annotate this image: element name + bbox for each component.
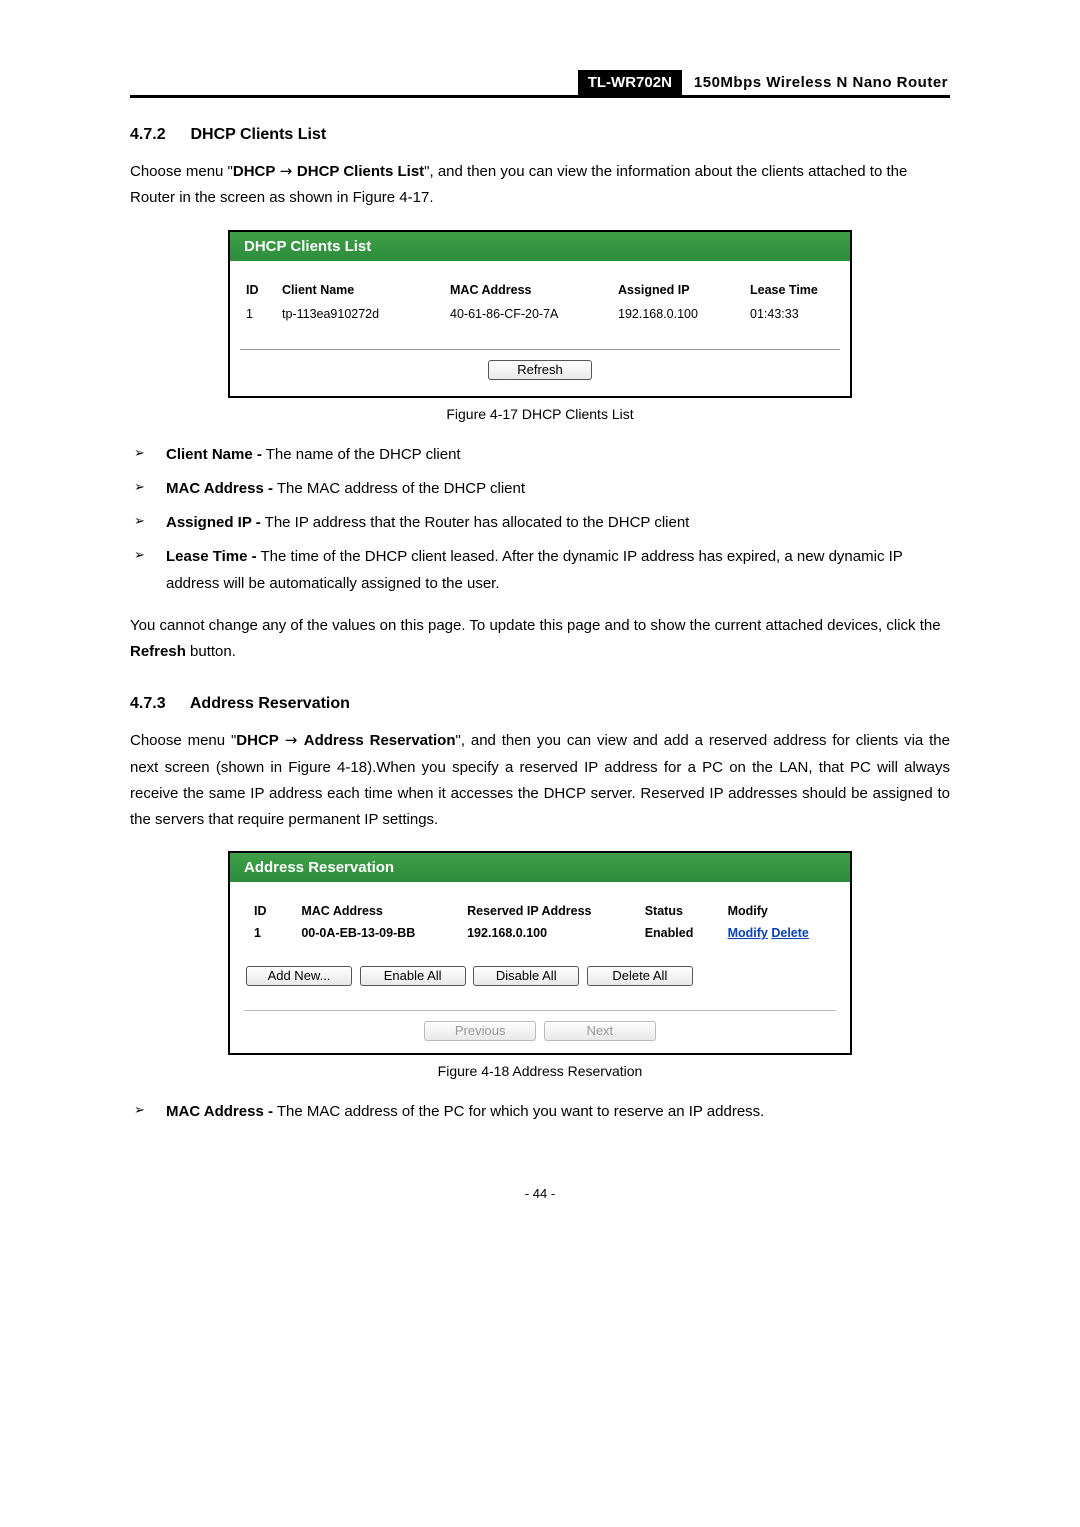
cell-ip: 192.168.0.100: [612, 301, 744, 323]
col-ip: Reserved IP Address: [457, 900, 635, 922]
panel-title: Address Reservation: [230, 853, 850, 882]
list-item: MAC Address - The MAC address of the PC …: [130, 1099, 950, 1125]
definitions-list-473: MAC Address - The MAC address of the PC …: [130, 1099, 950, 1125]
section-heading-472: 4.7.2 DHCP Clients List: [130, 126, 950, 144]
list-item: Assigned IP - The IP address that the Ro…: [130, 510, 950, 536]
intro-paragraph-472: Choose menu "DHCP → DHCP Clients List", …: [130, 158, 950, 212]
cell-actions: Modify Delete: [718, 922, 836, 944]
intro-paragraph-473: Choose menu "DHCP → Address Reservation"…: [130, 727, 950, 833]
figure-dhcp-clients: DHCP Clients List ID Client Name MAC Add…: [228, 230, 852, 398]
note-paragraph: You cannot change any of the values on t…: [130, 613, 950, 666]
section-title: Address Reservation: [190, 695, 350, 712]
section-number: 4.7.2: [130, 126, 186, 144]
doc-header: TL-WR702N 150Mbps Wireless N Nano Router: [130, 70, 950, 98]
table-header-row: ID Client Name MAC Address Assigned IP L…: [240, 279, 840, 301]
table-row: 1 00-0A-EB-13-09-BB 192.168.0.100 Enable…: [244, 922, 836, 944]
delete-all-button[interactable]: Delete All: [587, 966, 693, 986]
definitions-list-472: Client Name - The name of the DHCP clien…: [130, 442, 950, 597]
model-badge: TL-WR702N: [578, 70, 682, 95]
col-id: ID: [244, 900, 291, 922]
col-ip: Assigned IP: [612, 279, 744, 301]
section-number: 4.7.3: [130, 695, 186, 713]
section-title: DHCP Clients List: [190, 126, 326, 143]
modify-link[interactable]: Modify: [728, 926, 768, 940]
figure-caption-417: Figure 4-17 DHCP Clients List: [130, 406, 950, 422]
list-item: Client Name - The name of the DHCP clien…: [130, 442, 950, 468]
section-heading-473: 4.7.3 Address Reservation: [130, 695, 950, 713]
page-number: - 44 -: [130, 1186, 950, 1201]
figure-address-reservation: Address Reservation ID MAC Address Reser…: [228, 851, 852, 1055]
tagline: 150Mbps Wireless N Nano Router: [682, 70, 950, 95]
panel-title: DHCP Clients List: [230, 232, 850, 261]
col-id: ID: [240, 279, 276, 301]
table-header-row: ID MAC Address Reserved IP Address Statu…: [244, 900, 836, 922]
refresh-button[interactable]: Refresh: [488, 360, 592, 380]
dhcp-clients-table: ID Client Name MAC Address Assigned IP L…: [240, 279, 840, 323]
cell-id: 1: [240, 301, 276, 323]
disable-all-button[interactable]: Disable All: [473, 966, 579, 986]
reservation-table: ID MAC Address Reserved IP Address Statu…: [244, 900, 836, 944]
cell-mac: 00-0A-EB-13-09-BB: [291, 922, 457, 944]
pager: Previous Next: [244, 1010, 836, 1041]
add-new-button[interactable]: Add New...: [246, 966, 352, 986]
cell-ip: 192.168.0.100: [457, 922, 635, 944]
list-item: MAC Address - The MAC address of the DHC…: [130, 476, 950, 502]
cell-id: 1: [244, 922, 291, 944]
next-button[interactable]: Next: [544, 1021, 656, 1041]
cell-lease: 01:43:33: [744, 301, 840, 323]
table-row: 1 tp-113ea910272d 40-61-86-CF-20-7A 192.…: [240, 301, 840, 323]
col-name: Client Name: [276, 279, 444, 301]
col-status: Status: [635, 900, 718, 922]
enable-all-button[interactable]: Enable All: [360, 966, 466, 986]
cell-name: tp-113ea910272d: [276, 301, 444, 323]
col-modify: Modify: [718, 900, 836, 922]
col-lease: Lease Time: [744, 279, 840, 301]
col-mac: MAC Address: [291, 900, 457, 922]
delete-link[interactable]: Delete: [771, 926, 809, 940]
button-row: Add New... Enable All Disable All Delete…: [244, 966, 836, 986]
list-item: Lease Time - The time of the DHCP client…: [130, 544, 950, 597]
col-mac: MAC Address: [444, 279, 612, 301]
previous-button[interactable]: Previous: [424, 1021, 536, 1041]
cell-mac: 40-61-86-CF-20-7A: [444, 301, 612, 323]
cell-status: Enabled: [635, 922, 718, 944]
figure-caption-418: Figure 4-18 Address Reservation: [130, 1063, 950, 1079]
